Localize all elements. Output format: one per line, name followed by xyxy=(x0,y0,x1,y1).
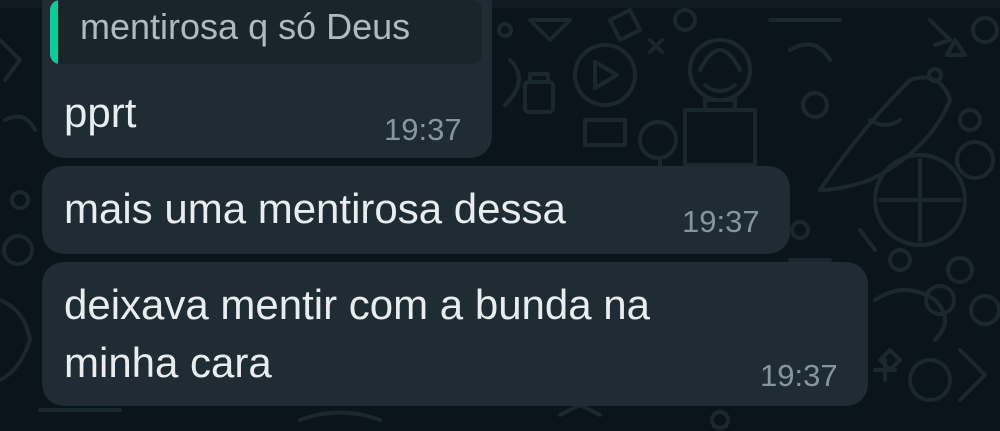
quote-accent-bar xyxy=(50,0,58,64)
message-time: 19:37 xyxy=(682,204,760,239)
message-bubble-reply[interactable]: mentirosa q só Deus pprt 19:37 xyxy=(42,0,492,158)
message-text-line-2: minha cara xyxy=(64,339,272,386)
message-bubble[interactable]: mais uma mentirosa dessa 19:37 xyxy=(42,166,790,254)
message-text: pprt xyxy=(64,89,137,136)
message-time: 19:37 xyxy=(760,358,838,393)
quoted-message[interactable]: mentirosa q só Deus xyxy=(50,0,482,64)
quoted-message-text: mentirosa q só Deus xyxy=(80,6,411,47)
message-text: mais uma mentirosa dessa xyxy=(64,185,566,232)
message-bubble[interactable]: deixava mentir com a bunda na minha cara… xyxy=(42,262,868,406)
message-text-line-1: deixava mentir com a bunda na xyxy=(64,281,651,328)
message-time: 19:37 xyxy=(384,112,462,147)
